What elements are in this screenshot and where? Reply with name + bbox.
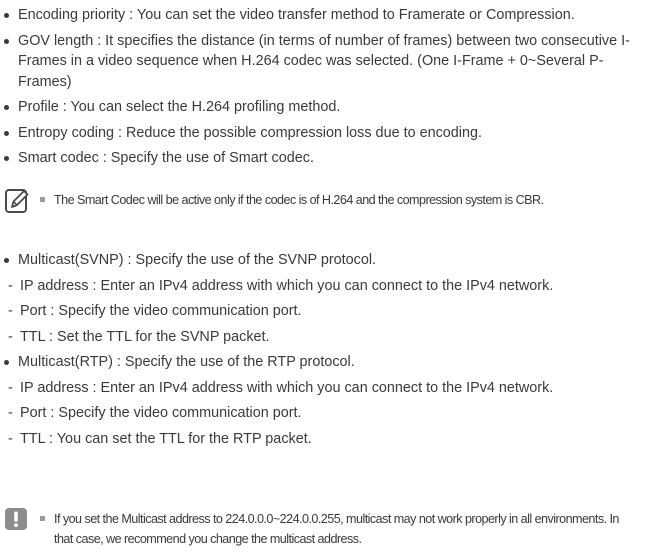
- list-item-multicast-svnp: Multicast(SVNP) : Specify the use of the…: [0, 250, 645, 347]
- sub-item-text: IP address : Enter an IPv4 address with …: [20, 379, 554, 396]
- sub-list: IP address : Enter an IPv4 address with …: [0, 276, 645, 348]
- list-item-multicast-rtp: Multicast(RTP) : Specify the use of the …: [0, 352, 645, 449]
- sub-item: TTL : Set the TTL for the SVNP packet.: [0, 327, 645, 348]
- multicast-list: Multicast(SVNP) : Specify the use of the…: [0, 250, 645, 449]
- list-item: Smart codec : Specify the use of Smart c…: [0, 148, 640, 169]
- list-item-text: Multicast(RTP) : Specify the use of the …: [18, 354, 355, 370]
- sub-item-text: IP address : Enter an IPv4 address with …: [20, 277, 554, 294]
- warning-icon: [4, 507, 28, 536]
- list-item-text: Encoding priority : You can set the vide…: [18, 7, 575, 23]
- sub-item: IP address : Enter an IPv4 address with …: [0, 378, 610, 399]
- list-item: Entropy coding : Reduce the possible com…: [0, 123, 640, 144]
- list-item: Encoding priority : You can set the vide…: [0, 5, 640, 26]
- list-item-text: GOV length : It specifies the distance (…: [18, 32, 630, 90]
- sub-item-text: TTL : You can set the TTL for the RTP pa…: [20, 430, 312, 447]
- list-item: Profile : You can select the H.264 profi…: [0, 97, 640, 118]
- list-item-text: Entropy coding : Reduce the possible com…: [18, 124, 482, 141]
- sub-item-text: Port : Specify the video communication p…: [20, 405, 302, 421]
- manual-page: Encoding priority : You can set the vide…: [0, 0, 648, 555]
- sub-item: IP address : Enter an IPv4 address with …: [0, 276, 645, 297]
- settings-list: Encoding priority : You can set the vide…: [0, 5, 640, 169]
- sub-list: IP address : Enter an IPv4 address with …: [0, 378, 610, 450]
- sub-item: Port : Specify the video communication p…: [0, 403, 610, 424]
- list-item-text: Multicast(SVNP) : Specify the use of the…: [18, 252, 377, 268]
- list-item-text: Profile : You can select the H.264 profi…: [18, 99, 341, 115]
- list-item-text: Smart codec : Specify the use of Smart c…: [18, 150, 314, 166]
- note-text: The Smart Codec will be active only if t…: [40, 190, 639, 210]
- sub-item-text: TTL : Set the TTL for the SVNP packet.: [20, 328, 270, 345]
- sub-item-text: Port : Specify the video communication p…: [20, 303, 302, 319]
- sub-item: TTL : You can set the TTL for the RTP pa…: [0, 429, 610, 450]
- sub-item: Port : Specify the video communication p…: [0, 301, 645, 322]
- list-item: GOV length : It specifies the distance (…: [0, 31, 640, 93]
- pencil-note-icon: [4, 187, 30, 220]
- warning-text: If you set the Multicast address to 224.…: [40, 509, 639, 549]
